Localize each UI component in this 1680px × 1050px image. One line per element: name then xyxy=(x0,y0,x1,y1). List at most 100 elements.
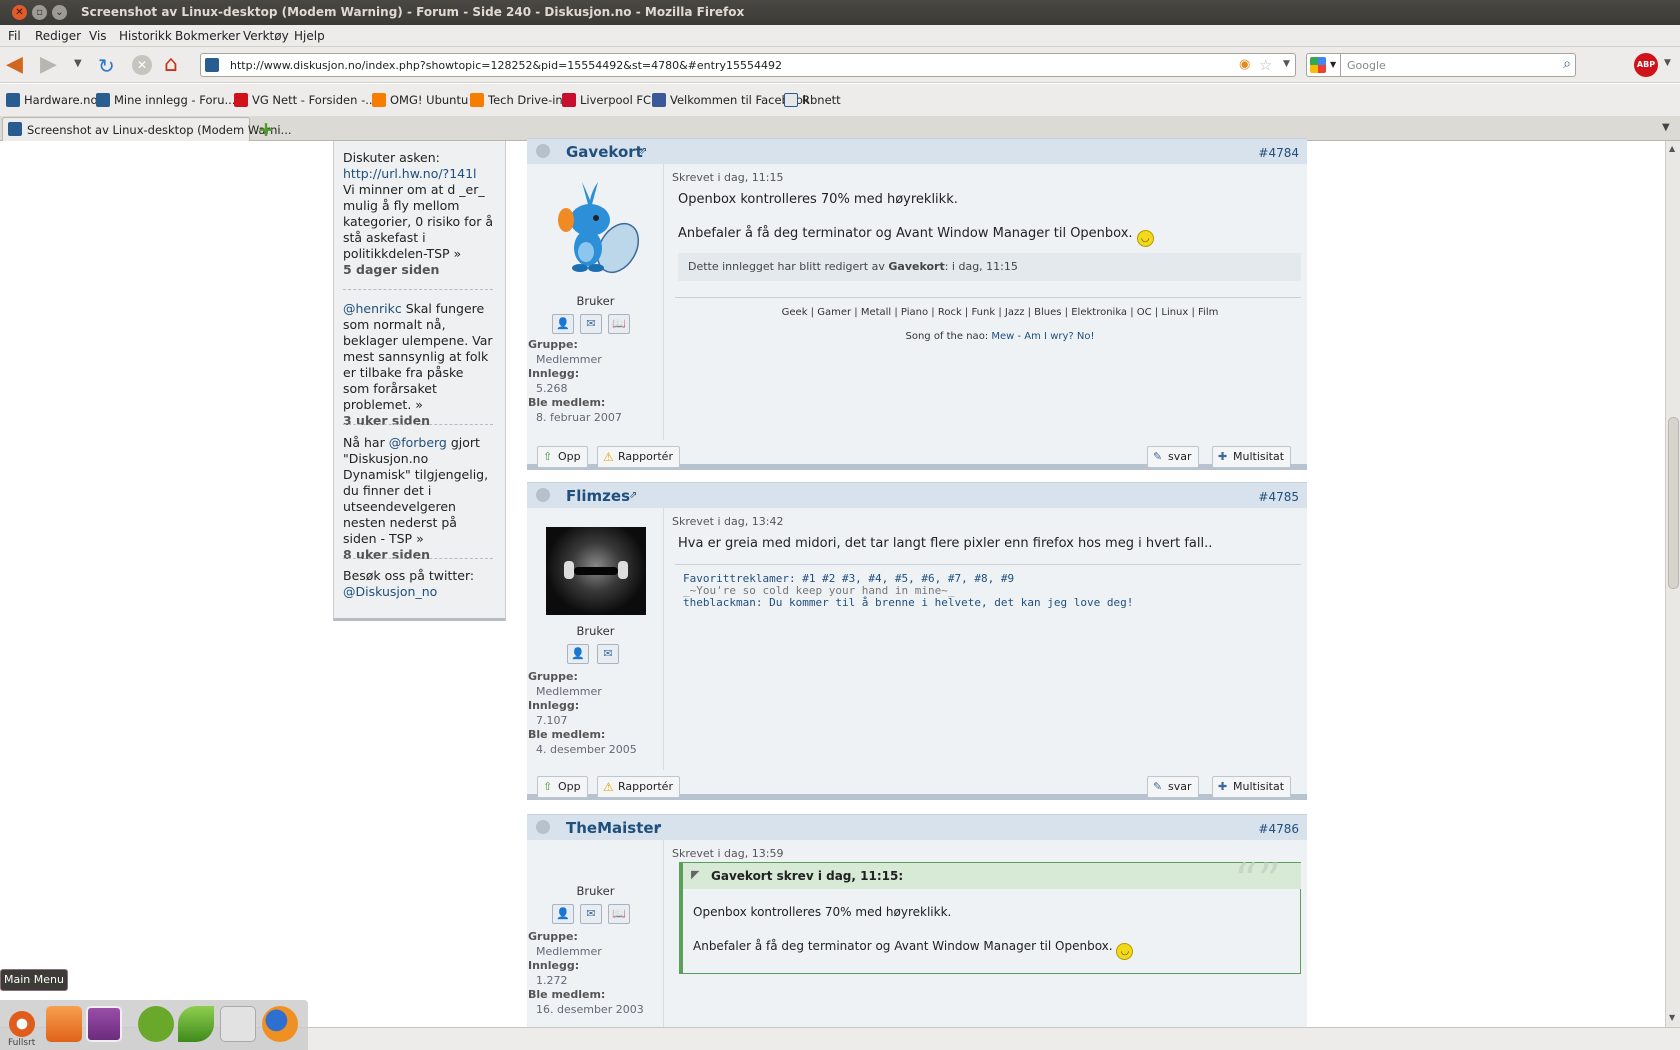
leaf-app-icon[interactable] xyxy=(178,1006,214,1042)
bookmark-rbnett[interactable]: Rbnett xyxy=(784,93,841,107)
profile-popup-icon[interactable]: ⇗ xyxy=(639,146,647,157)
post-number[interactable]: #4786 xyxy=(1258,822,1299,836)
multiquote-button[interactable]: ✚ Multisitat xyxy=(1212,776,1292,798)
up-button[interactable]: ⇧ Opp xyxy=(537,776,588,798)
report-button[interactable]: ⚠ Rapportér xyxy=(597,446,680,468)
post-username[interactable]: Gavekort xyxy=(566,143,643,161)
workspace-switcher-icon[interactable] xyxy=(86,1006,122,1042)
mail-icon[interactable] xyxy=(220,1006,256,1042)
post-username[interactable]: TheMaister xyxy=(566,819,661,837)
send-message-icon[interactable]: ✉ xyxy=(597,644,619,664)
bookmark-vg-nett[interactable]: VG Nett - Forsiden -... xyxy=(234,93,376,107)
back-icon[interactable]: ◀ xyxy=(6,54,32,76)
mention-link[interactable]: @forberg xyxy=(389,435,447,450)
signature-divider xyxy=(675,297,1301,298)
quote-header: ◤ Gavekort skrev i dag, 11:15: “” xyxy=(683,853,1301,907)
adblock-dropdown-icon[interactable]: ▼ xyxy=(1664,58,1671,68)
mention-link[interactable]: @henrikc xyxy=(343,301,402,316)
new-tab-icon[interactable]: + xyxy=(256,119,276,139)
firefox-icon[interactable] xyxy=(262,1006,298,1042)
profile-popup-icon[interactable]: ⇗ xyxy=(654,822,662,833)
tab-label: Screenshot av Linux-desktop (Modem Warni… xyxy=(27,123,292,137)
reply-icon: ✎ xyxy=(1153,450,1163,463)
blog-icon[interactable]: 📖 xyxy=(608,904,630,924)
bookmark-omg-ubuntu[interactable]: OMG! Ubuntu! xyxy=(372,93,473,107)
scroll-up-icon[interactable]: ▲ xyxy=(1669,144,1675,153)
files-folder-icon[interactable] xyxy=(46,1006,82,1042)
multiquote-icon: ✚ xyxy=(1218,780,1228,793)
rbnett-favicon-icon xyxy=(784,93,798,107)
scrollbar-thumb[interactable] xyxy=(1668,417,1679,589)
bookmark-tech-drive-in[interactable]: Tech Drive-in xyxy=(470,93,563,107)
reload-icon[interactable]: ↻ xyxy=(98,54,115,78)
spotify-icon[interactable] xyxy=(138,1006,174,1042)
reply-button[interactable]: ✎ svar xyxy=(1147,446,1199,468)
chevron-down-icon: ▼ xyxy=(1330,60,1337,69)
smiley-icon: ◡ xyxy=(1136,230,1154,247)
profile-card-icon[interactable]: 👤 xyxy=(552,314,574,334)
user-info: Bruker 👤 ✉ 📖 Gruppe: Medlemmer Innlegg: … xyxy=(527,164,664,440)
avatar[interactable] xyxy=(552,178,640,274)
news-link[interactable]: http://url.hw.no/?141l xyxy=(343,166,477,181)
user-info: Bruker 👤 ✉ Gruppe: Medlemmer Innlegg: 7.… xyxy=(527,508,664,786)
multiquote-button[interactable]: ✚ Multisitat xyxy=(1212,446,1292,468)
forum-post: Flimzes ⇗ #4785 Bruker 👤 ✉ Gruppe: Medle… xyxy=(527,482,1307,812)
window-titlebar: ✕ ▫ ⌄ Screenshot av Linux-desktop (Modem… xyxy=(0,0,1680,25)
reply-button[interactable]: ✎ svar xyxy=(1147,776,1199,798)
send-message-icon[interactable]: ✉ xyxy=(580,314,602,334)
menu-verktoy[interactable]: Verktøy xyxy=(243,29,289,43)
signature-link[interactable]: Mew - Am I wry? No! xyxy=(991,331,1094,342)
maximize-window-icon[interactable]: ⌄ xyxy=(52,5,67,20)
url-dropdown-icon[interactable]: ▼ xyxy=(1283,59,1290,69)
profile-popup-icon[interactable]: ⇗ xyxy=(629,490,637,501)
minimize-window-icon[interactable]: ▫ xyxy=(32,5,47,20)
ubuntu-menu-icon[interactable] xyxy=(4,1006,40,1042)
url-bar[interactable]: http://www.diskusjon.no/index.php?showto… xyxy=(200,53,1296,77)
tab-active[interactable]: Screenshot av Linux-desktop (Modem Warni… xyxy=(2,117,292,141)
scroll-down-icon[interactable]: ▼ xyxy=(1669,1013,1675,1022)
quote-block: ◤ Gavekort skrev i dag, 11:15: “” Openbo… xyxy=(679,853,1301,974)
menu-rediger[interactable]: Rediger xyxy=(35,29,81,43)
vertical-scrollbar[interactable]: ▲ ▼ xyxy=(1665,141,1680,1027)
history-dropdown-icon[interactable]: ▼ xyxy=(74,58,82,69)
news-item: @henrikc Skal fungere som normalt nå, be… xyxy=(343,301,493,428)
report-button[interactable]: ⚠ Rapportér xyxy=(597,776,680,798)
post-username[interactable]: Flimzes xyxy=(566,487,630,505)
menu-vis[interactable]: Vis xyxy=(89,29,107,43)
home-icon[interactable]: ⌂ xyxy=(164,52,178,77)
avatar-sunglasses xyxy=(574,567,618,575)
bookmark-star-icon[interactable]: ☆ xyxy=(1259,56,1272,74)
twitter-link[interactable]: @Diskusjon_no xyxy=(343,584,437,599)
tab-list-icon[interactable]: ▼ xyxy=(1662,122,1670,133)
bookmark-mine-innlegg[interactable]: Mine innlegg - Foru... xyxy=(96,93,235,107)
profile-card-icon[interactable]: 👤 xyxy=(567,644,589,664)
bookmark-liverpool[interactable]: Liverpool FC xyxy=(562,93,651,107)
window-title: Screenshot av Linux-desktop (Modem Warni… xyxy=(81,5,745,19)
menu-hjelp[interactable]: Hjelp xyxy=(294,29,325,43)
blog-icon[interactable]: 📖 xyxy=(608,314,630,334)
close-window-icon[interactable]: ✕ xyxy=(12,5,27,20)
profile-card-icon[interactable]: 👤 xyxy=(552,904,574,924)
post-date: Skrevet i dag, 11:15 xyxy=(672,171,784,184)
post-text: Anbefaler å få deg terminator og Avant W… xyxy=(678,226,1154,247)
post-number[interactable]: #4785 xyxy=(1258,490,1299,504)
search-input[interactable]: Google ⌕ xyxy=(1340,53,1576,77)
search-icon[interactable]: ⌕ xyxy=(1563,56,1571,72)
menu-fil[interactable]: Fil xyxy=(8,29,21,43)
menu-historikk[interactable]: Historikk xyxy=(119,29,172,43)
bookmarks-toolbar: Hardware.no Mine innlegg - Foru... VG Ne… xyxy=(0,84,1680,116)
menu-bokmerker[interactable]: Bokmerker xyxy=(175,29,240,43)
up-button[interactable]: ⇧ Opp xyxy=(537,446,588,468)
stop-icon[interactable]: ✕ xyxy=(132,55,152,75)
send-message-icon[interactable]: ✉ xyxy=(580,904,602,924)
post-number[interactable]: #4784 xyxy=(1258,146,1299,160)
forward-icon[interactable]: ▶ xyxy=(40,54,66,76)
bookmark-hardware[interactable]: Hardware.no xyxy=(6,93,98,107)
adblock-icon[interactable]: ABP xyxy=(1634,53,1658,77)
avatar[interactable] xyxy=(546,527,646,615)
search-engine-selector[interactable]: ▼ xyxy=(1306,53,1340,77)
site-favicon-icon xyxy=(205,58,219,72)
rss-icon[interactable]: ◉ xyxy=(1239,57,1250,72)
divider xyxy=(343,424,493,425)
dock: Fullsrt xyxy=(0,1000,308,1050)
